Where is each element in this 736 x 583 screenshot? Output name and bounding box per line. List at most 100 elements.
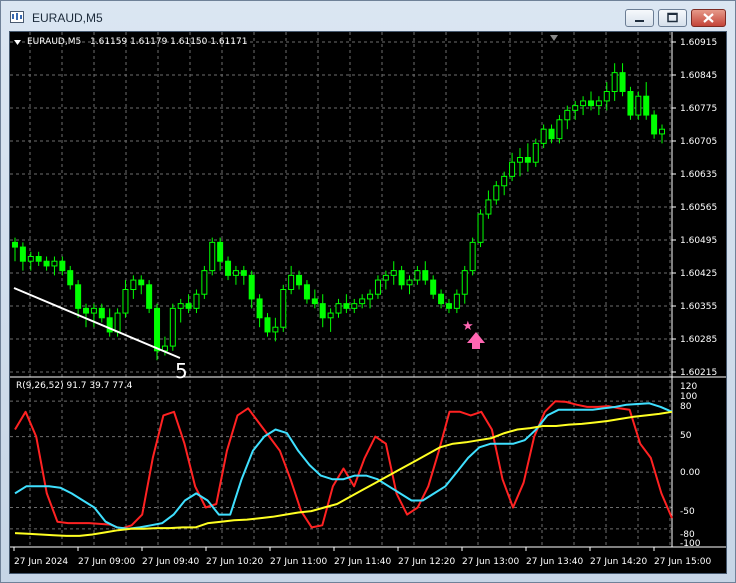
candle-bear [138, 279, 145, 286]
candle-bear [154, 307, 161, 352]
candle-bull [564, 109, 571, 121]
price-label: 1.60635 [680, 170, 717, 180]
collapse-toggle-icon[interactable] [14, 40, 21, 45]
terminal-window: EURAUD,M5 5 ★ 1.60915 1.60845 1.60775 1.607… [0, 0, 736, 583]
price-label: 1.60495 [680, 236, 717, 246]
candle-bear [548, 128, 555, 140]
candle-bull [193, 293, 200, 309]
candle-bear [146, 284, 153, 309]
time-label: 27 Jun 10:20 [206, 557, 263, 567]
candle-bear [587, 100, 594, 107]
candle-bull [556, 119, 563, 140]
candle-bull [359, 298, 366, 305]
signal-star-icon: ★ [462, 319, 474, 334]
candle-bull [382, 274, 389, 281]
candle-bear [319, 303, 326, 319]
close-icon [703, 13, 714, 23]
candle-bull [477, 213, 484, 243]
candle-bull [611, 72, 618, 92]
indicator-label: 100 [680, 392, 697, 402]
candle-bull [414, 270, 421, 281]
candle-bull [501, 175, 508, 187]
candle-bear [651, 114, 658, 135]
candle-bear [524, 157, 531, 163]
candle-bear [311, 298, 318, 305]
price-label: 1.60355 [680, 302, 717, 312]
indicator-label: 0.00 [680, 468, 700, 478]
price-label: 1.60705 [680, 137, 717, 147]
maximize-button[interactable] [658, 9, 687, 27]
candle-bull [595, 100, 602, 107]
close-button[interactable] [691, 9, 726, 27]
candle-bear [422, 270, 429, 281]
price-label: 1.60565 [680, 203, 717, 213]
price-chart-svg[interactable]: 5 ★ 1.60915 1.60845 1.60775 1.60705 1.60635 1… [10, 32, 726, 573]
candle-bull [280, 289, 287, 328]
candle-bear [225, 260, 232, 276]
candle-bull [374, 279, 381, 295]
candle-bull [516, 157, 523, 163]
candle-bull [232, 270, 239, 276]
minimize-button[interactable] [625, 9, 654, 27]
candle-bull [51, 260, 58, 267]
time-label: 27 Jun 13:40 [526, 557, 583, 567]
candle-bear [256, 298, 263, 319]
indicator-header: R(9,26,52) 91.7 39.7 77.4 [16, 381, 133, 391]
candle-bear [43, 260, 50, 267]
time-label: 27 Jun 09:40 [142, 557, 199, 567]
maximize-icon [667, 12, 678, 23]
price-label: 1.60425 [680, 269, 717, 279]
time-label: 27 Jun 11:40 [334, 557, 391, 567]
indicator-label: -100 [680, 539, 701, 549]
candle-bull [406, 279, 413, 286]
buy-signal-arrow-icon [467, 332, 485, 349]
time-label: 27 Jun 15:00 [654, 557, 711, 567]
candle-bear [643, 95, 650, 116]
window-title: EURAUD,M5 [32, 11, 103, 25]
candle-bull [390, 270, 397, 276]
candle-bear [398, 270, 405, 286]
candle-bull [659, 128, 665, 135]
candle-bull [572, 105, 579, 111]
indicator-line-fast [14, 400, 673, 530]
chart-window-icon [10, 11, 24, 23]
price-label: 1.60285 [680, 335, 717, 345]
candle-bear [438, 293, 445, 305]
candle-bull [603, 91, 610, 102]
candle-bull [288, 274, 295, 291]
indicator-label: 120 [680, 382, 697, 392]
minimize-icon [635, 20, 644, 22]
price-label: 1.60915 [680, 38, 717, 48]
candle-bear [296, 274, 303, 286]
candle-bear [19, 246, 26, 262]
title-bar[interactable]: EURAUD,M5 [1, 1, 735, 33]
candle-bull [122, 289, 129, 314]
chart-area[interactable]: 5 ★ 1.60915 1.60845 1.60775 1.60705 1.60635 1… [9, 31, 727, 574]
shift-marker-icon[interactable] [550, 35, 558, 41]
candle-bear [430, 279, 437, 295]
candle-bear [217, 241, 224, 262]
time-label: 27 Jun 12:20 [398, 557, 455, 567]
chart-symbol-label: EURAUD,M5 [27, 37, 82, 47]
candle-bear [98, 307, 105, 319]
time-label: 27 Jun 09:00 [78, 557, 135, 567]
price-label: 1.60215 [680, 368, 717, 378]
price-label: 1.60775 [680, 104, 717, 114]
candle-bear [35, 256, 42, 262]
candle-bull [509, 161, 516, 177]
time-label: 27 Jun 14:20 [590, 557, 647, 567]
candle-bull [540, 128, 547, 144]
candle-bull [469, 241, 476, 272]
candle-bear [75, 284, 82, 309]
candle-bull [461, 270, 468, 295]
candle-bull [580, 100, 587, 107]
candle-bear [343, 303, 350, 309]
time-label: 27 Jun 13:00 [462, 557, 519, 567]
indicator-line-mid [14, 402, 673, 530]
candle-bull [209, 241, 216, 272]
indicator-label: 80 [680, 402, 692, 412]
candle-bear [248, 274, 255, 300]
candle-bear [619, 72, 626, 92]
candle-bull [485, 199, 492, 215]
candle-bear [83, 307, 90, 314]
